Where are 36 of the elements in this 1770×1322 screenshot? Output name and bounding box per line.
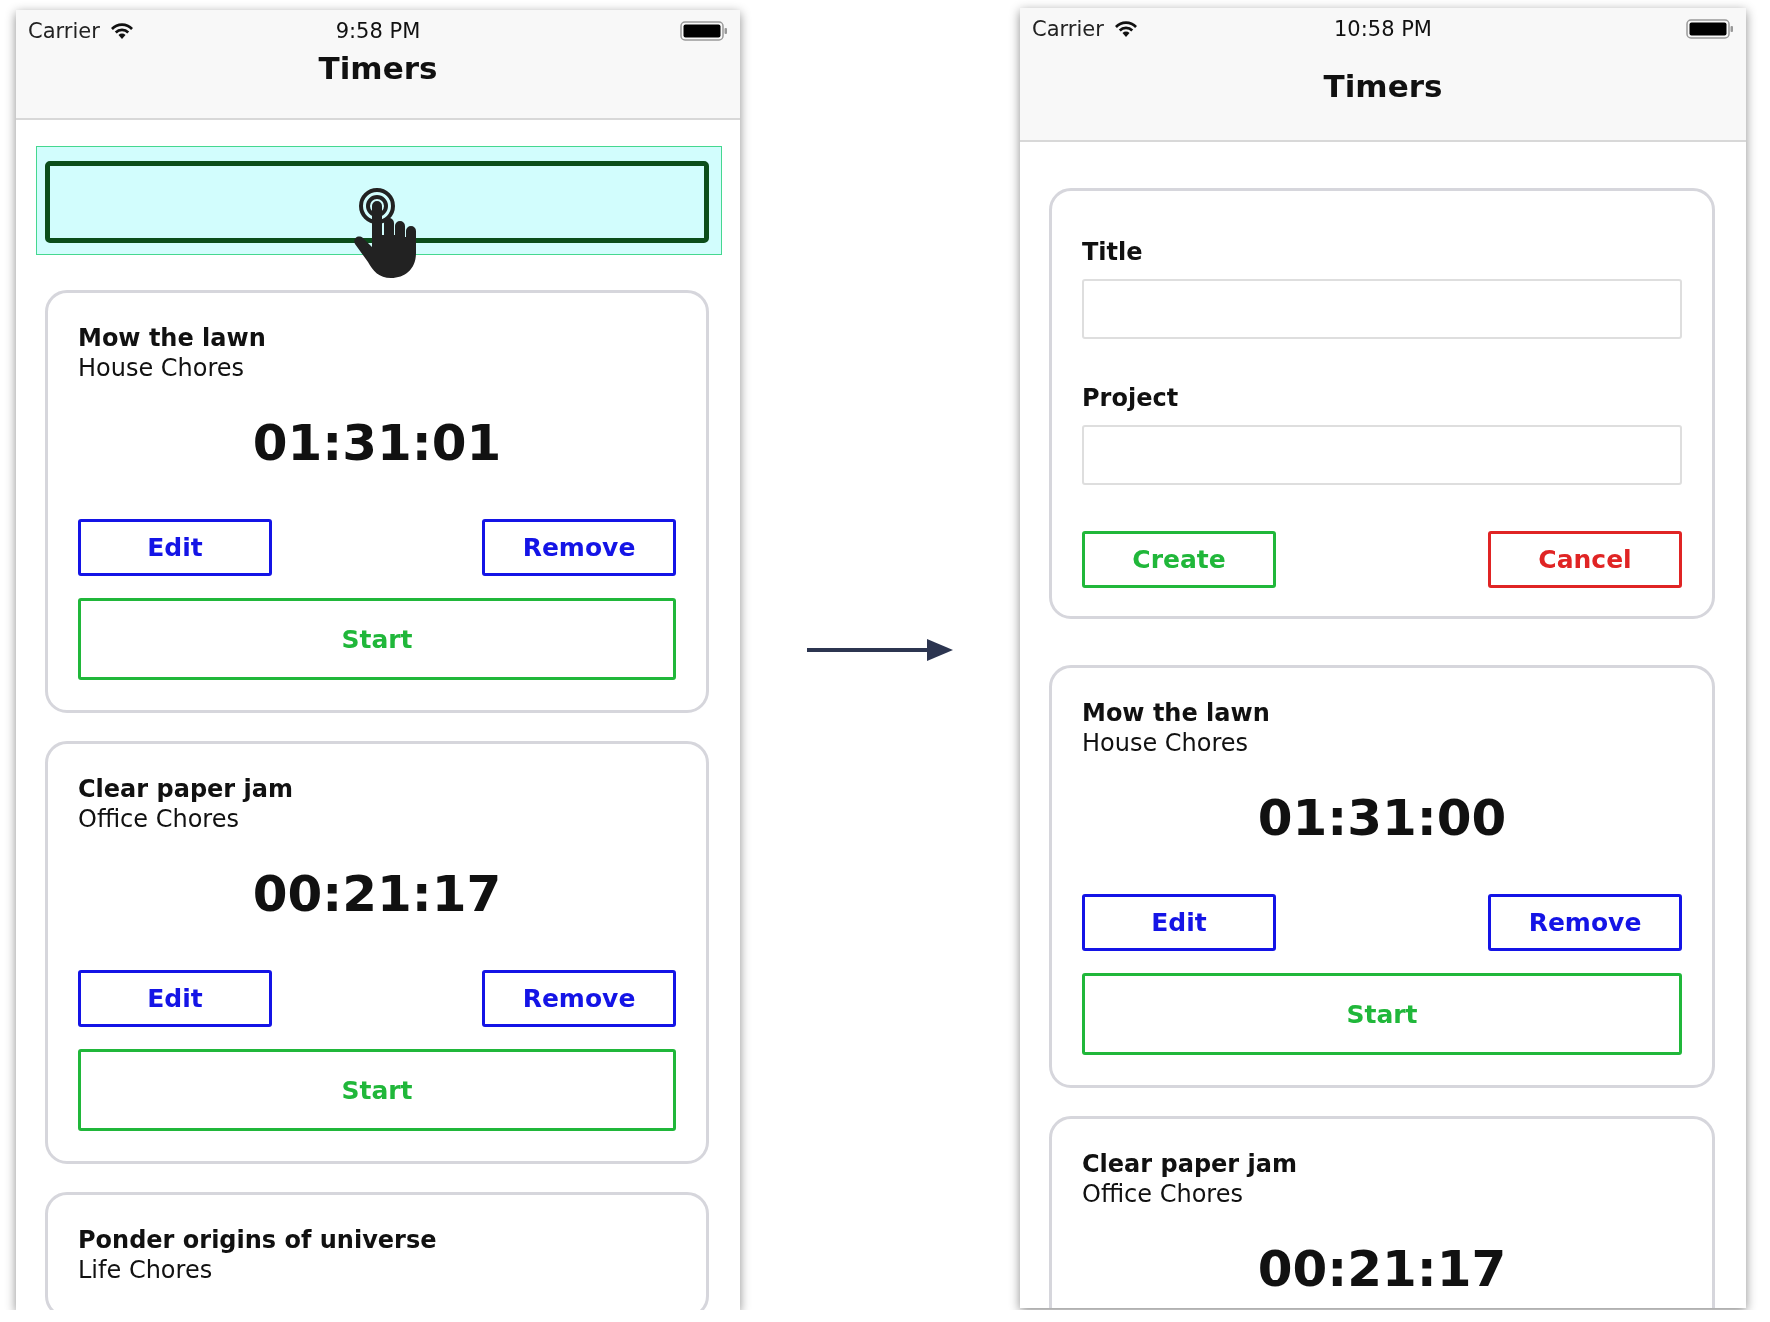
action-button[interactable]: Remove	[1488, 894, 1682, 951]
elapsed-time: 01:31:01	[251, 416, 503, 470]
status-time: 10:58 PM	[1334, 17, 1432, 41]
project-name: House Chores	[1082, 728, 1250, 758]
project-name: Office Chores	[1082, 1179, 1244, 1209]
text-field[interactable]	[1082, 425, 1682, 485]
action-button[interactable]: Edit	[1082, 894, 1276, 951]
action-button[interactable]: Edit	[78, 519, 272, 576]
project-name: Life Chores	[78, 1255, 214, 1285]
elapsed-time: 00:21:17	[251, 867, 503, 921]
status-time: 9:58 PM	[335, 19, 421, 43]
field-label: Title	[1082, 237, 1144, 267]
battery-icon	[1686, 18, 1734, 40]
elapsed-time: 01:31:00	[1256, 791, 1508, 845]
action-button[interactable]: Edit	[78, 970, 272, 1027]
project-name: Office Chores	[78, 804, 240, 834]
screen-title: Timers	[317, 50, 439, 86]
action-button[interactable]: Cancel	[1488, 531, 1682, 588]
timer-title: Mow the lawn	[78, 323, 267, 353]
timer-title: Clear paper jam	[78, 774, 294, 804]
carrier-label: Carrier	[1032, 17, 1104, 41]
text-field[interactable]	[1082, 279, 1682, 339]
wifi-icon	[1113, 20, 1138, 38]
carrier-label: Carrier	[28, 19, 100, 43]
wifi-icon	[109, 22, 134, 40]
action-button[interactable]: Remove	[482, 970, 676, 1027]
timer-title: Ponder origins of universe	[78, 1225, 438, 1255]
action-button[interactable]: Remove	[482, 519, 676, 576]
timer-title: Mow the lawn	[1082, 698, 1271, 728]
project-name: House Chores	[78, 353, 246, 383]
blank-button[interactable]	[45, 161, 709, 243]
field-label: Project	[1082, 383, 1180, 413]
elapsed-time: 00:21:17	[1256, 1242, 1508, 1296]
timer-title: Clear paper jam	[1082, 1149, 1298, 1179]
screen-title: Timers	[1322, 68, 1444, 104]
battery-icon	[680, 20, 728, 42]
